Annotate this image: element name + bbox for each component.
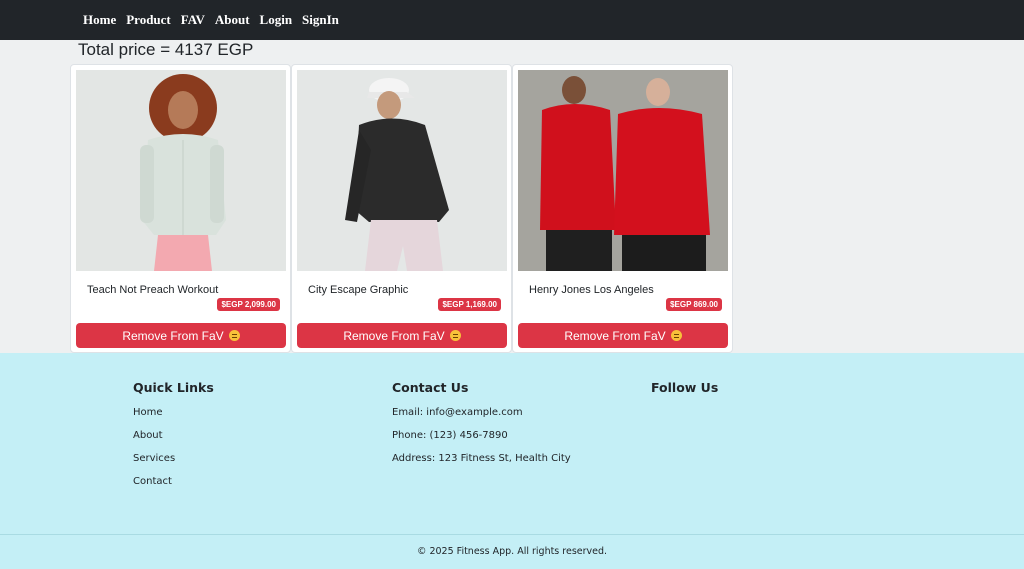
quick-links-heading: Quick Links	[133, 380, 214, 395]
remove-from-fav-button[interactable]: Remove From FaV	[518, 323, 728, 348]
nav-link-about[interactable]: About	[215, 12, 250, 28]
price-badge: $EGP 2,099.00	[217, 298, 280, 311]
contact-list: Email: info@example.com Phone: (123) 456…	[392, 406, 571, 475]
remove-from-fav-button[interactable]: Remove From FaV	[76, 323, 286, 348]
remove-button-label: Remove From FaV	[122, 328, 224, 343]
nav-link-fav[interactable]: FAV	[181, 12, 205, 28]
footer-quick-links: Quick Links Home About Services Contact	[133, 380, 214, 498]
contact-email: Email: info@example.com	[392, 407, 523, 418]
sad-face-emoji-icon	[670, 330, 682, 341]
remove-button-label: Remove From FaV	[343, 328, 445, 343]
product-card: City Escape Graphic $EGP 1,169.00 Remove…	[291, 64, 512, 353]
footer-link-home[interactable]: Home	[133, 406, 214, 429]
nav-link-product[interactable]: Product	[126, 12, 171, 28]
product-card: Teach Not Preach Workout $EGP 2,099.00 R…	[70, 64, 291, 353]
nav-link-signin[interactable]: SignIn	[302, 12, 339, 28]
price-badge: $EGP 1,169.00	[438, 298, 501, 311]
footer-link-contact[interactable]: Contact	[133, 475, 214, 498]
footer-follow: Follow Us	[651, 380, 718, 395]
remove-from-fav-button[interactable]: Remove From FaV	[297, 323, 507, 348]
product-title: Teach Not Preach Workout	[87, 284, 219, 296]
product-card: Henry Jones Los Angeles $EGP 869.00 Remo…	[512, 64, 733, 353]
contact-address: Address: 123 Fitness St, Health City	[392, 453, 571, 464]
product-title: Henry Jones Los Angeles	[529, 284, 654, 296]
copyright-text: © 2025 Fitness App. All rights reserved.	[416, 546, 608, 557]
product-image	[518, 70, 728, 271]
quick-links-list: Home About Services Contact	[133, 406, 214, 498]
product-title: City Escape Graphic	[308, 284, 409, 296]
product-image	[76, 70, 286, 271]
footer-contact: Contact Us Email: info@example.com Phone…	[392, 380, 571, 475]
nav-link-login[interactable]: Login	[260, 12, 293, 28]
footer-link-services[interactable]: Services	[133, 452, 214, 475]
product-image	[297, 70, 507, 271]
total-price: Total price = 4137 EGP	[78, 40, 254, 59]
nav-link-home[interactable]: Home	[83, 12, 116, 28]
sad-face-emoji-icon	[449, 330, 461, 341]
price-badge: $EGP 869.00	[666, 298, 722, 311]
footer-divider	[0, 534, 1024, 535]
contact-heading: Contact Us	[392, 380, 469, 395]
follow-heading: Follow Us	[651, 380, 719, 395]
navbar: Home Product FAV About Login SignIn	[0, 0, 1024, 40]
footer: Quick Links Home About Services Contact …	[0, 353, 1024, 569]
sad-face-emoji-icon	[228, 330, 240, 341]
remove-button-label: Remove From FaV	[564, 328, 666, 343]
footer-link-about[interactable]: About	[133, 429, 214, 452]
contact-phone: Phone: (123) 456-7890	[392, 430, 508, 441]
nav-links: Home Product FAV About Login SignIn	[83, 12, 339, 28]
